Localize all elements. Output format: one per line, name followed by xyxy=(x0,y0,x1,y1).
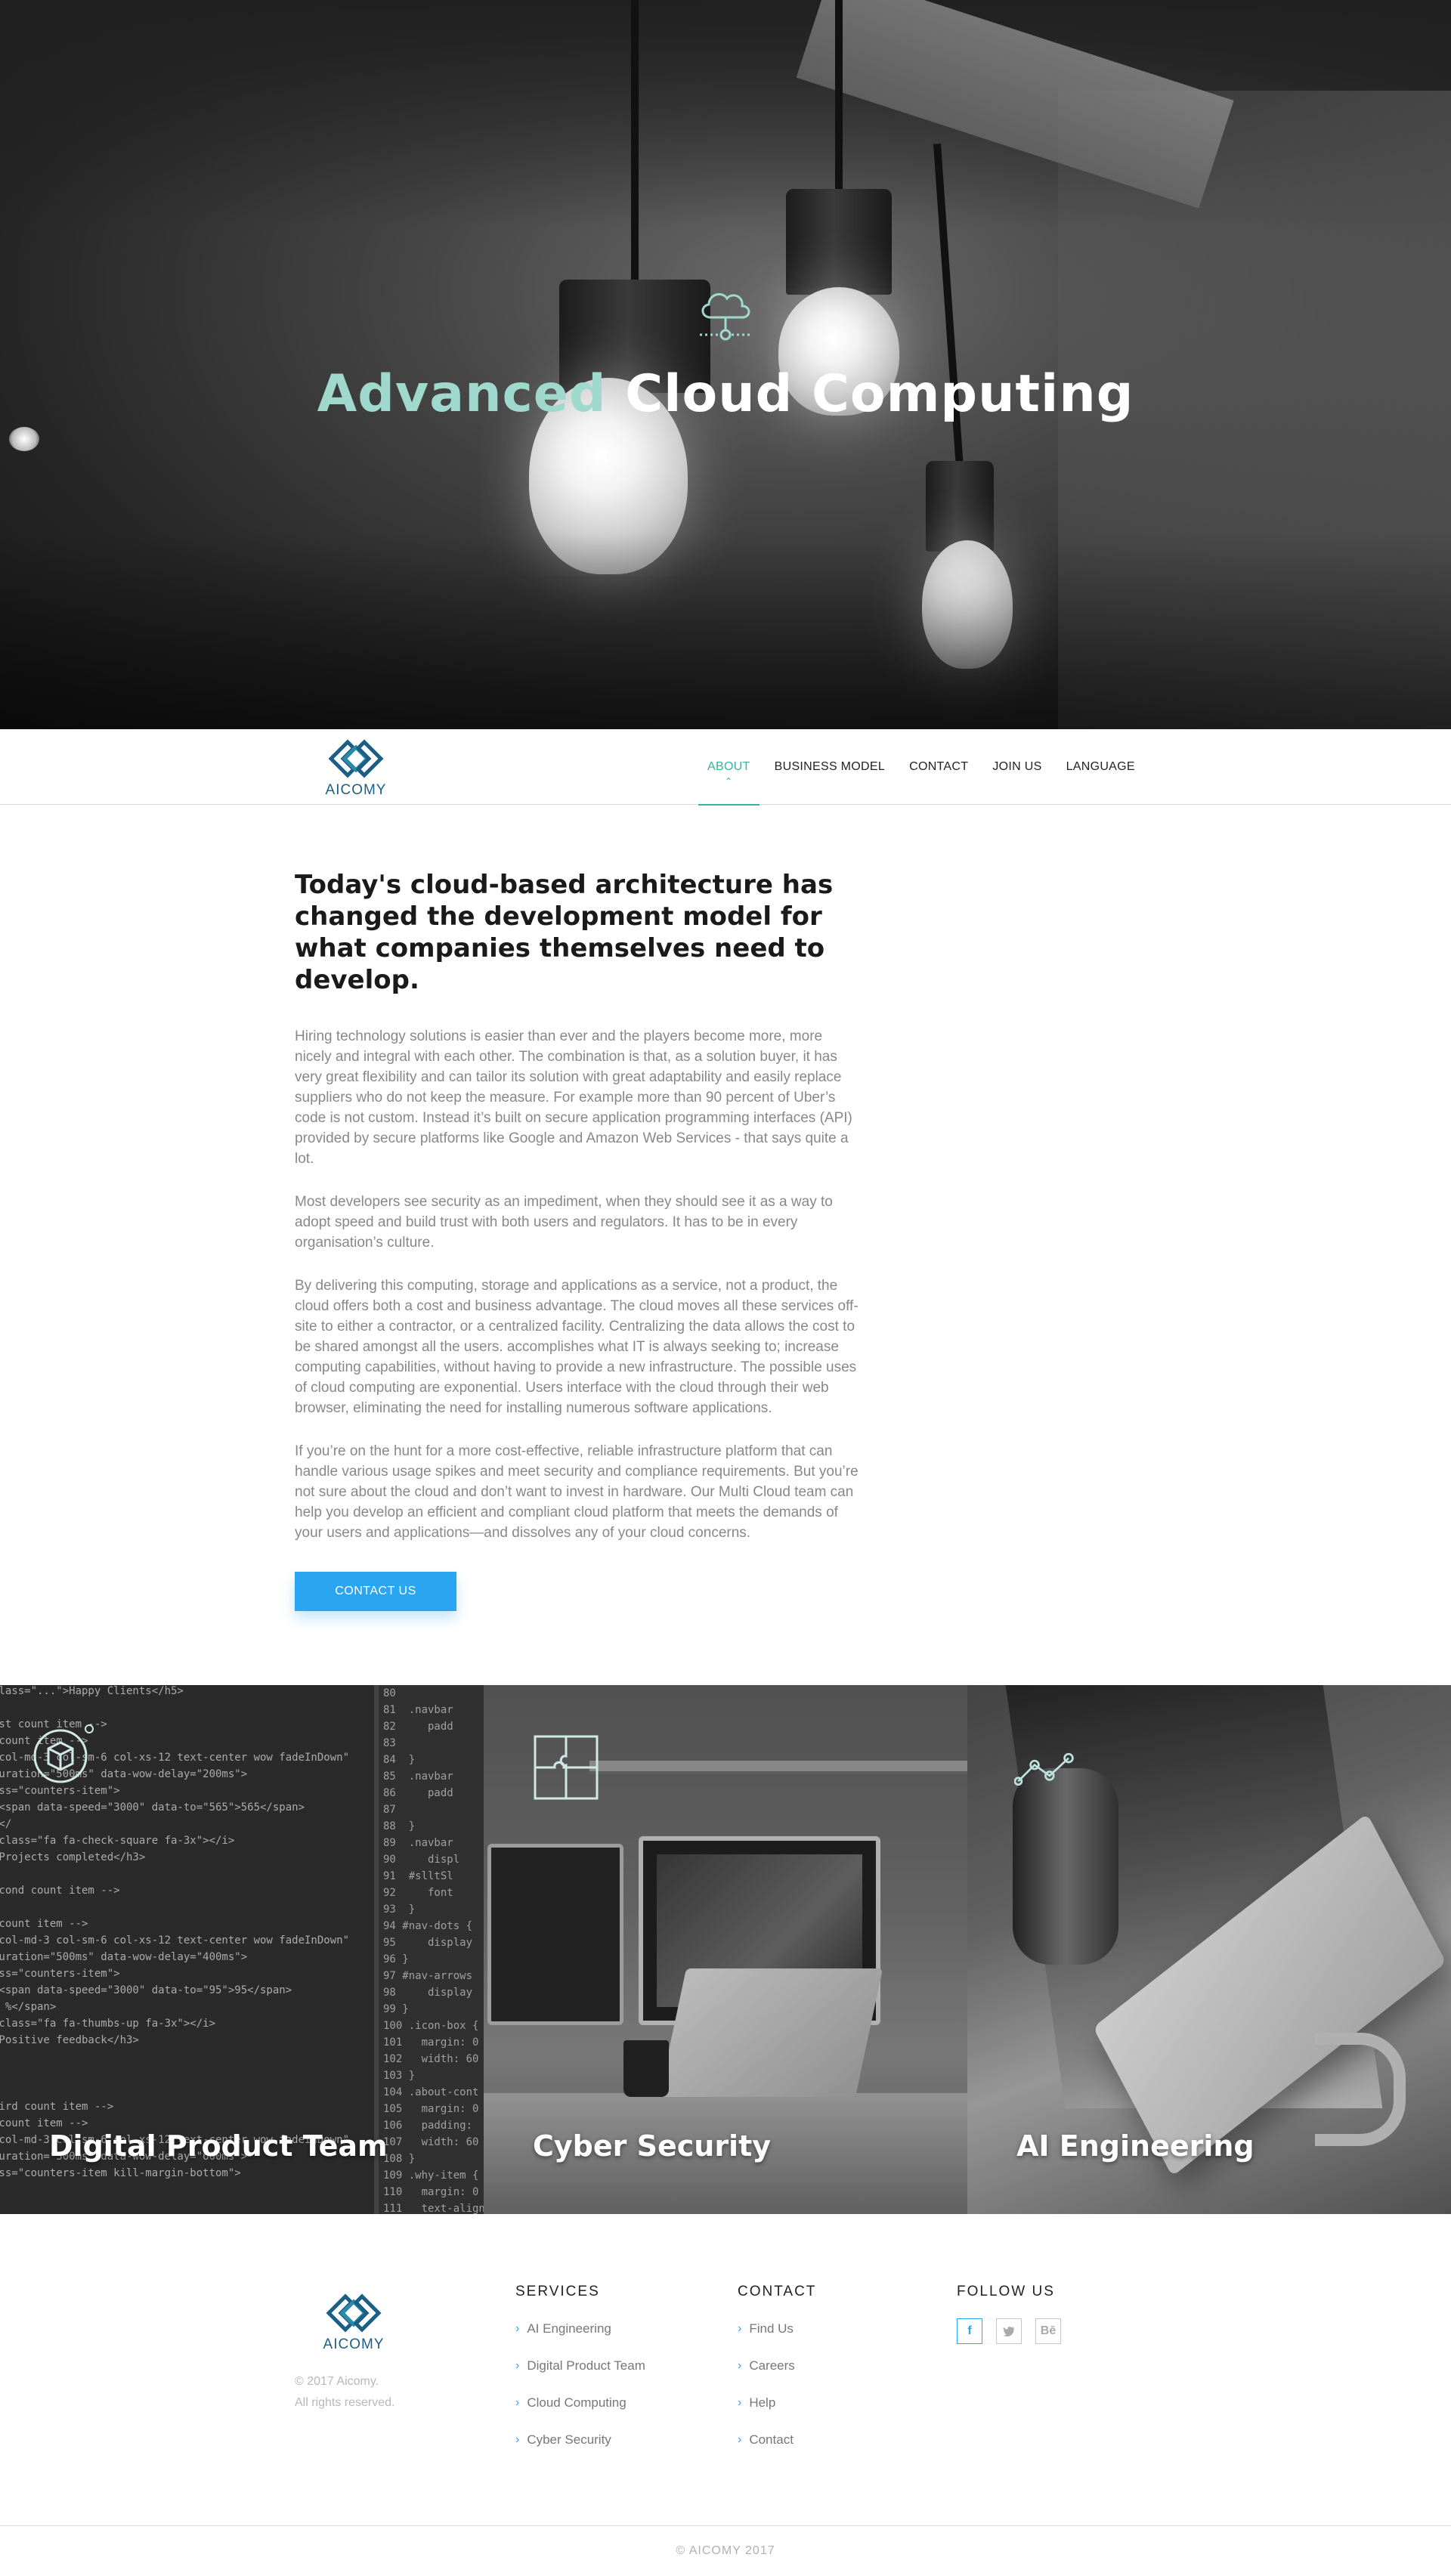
about-paragraph: Hiring technology solutions is easier th… xyxy=(295,1028,852,1167)
footer-link-cloud-computing[interactable]: › Cloud Computing xyxy=(515,2392,645,2429)
hero-cord xyxy=(835,0,843,196)
hero-title: Advanced Cloud Computing xyxy=(0,364,1451,424)
nav-item-label: JOIN US xyxy=(992,760,1042,773)
logo-text: AICOMY xyxy=(323,2336,385,2352)
footer-link-find-us[interactable]: › Find Us xyxy=(738,2318,816,2355)
footer-copyright: © 2017 Aicomy. All rights reserved. xyxy=(295,2371,395,2414)
about-paragraph: Most developers see security as an imped… xyxy=(295,1194,833,1251)
contact-us-button[interactable]: CONTACT US xyxy=(295,1572,456,1611)
line-graph-icon xyxy=(1014,1752,1074,1786)
header-logo[interactable]: AICOMY xyxy=(323,737,388,799)
footer-heading: FOLLOW US xyxy=(957,2284,1055,2299)
chevron-right-icon: › xyxy=(738,2322,742,2335)
footer-link-help[interactable]: › Help xyxy=(738,2392,816,2429)
about-heading: Today's cloud-based architecture has cha… xyxy=(295,870,834,995)
hero-section: Advanced Cloud Computing xyxy=(0,0,1451,729)
footer-link-label: Find Us xyxy=(749,2321,794,2336)
footer-link-label: AI Engineering xyxy=(527,2321,611,2336)
footer-bottom-text: © AICOMY 2017 xyxy=(676,2544,775,2557)
footer-link-digital-product-team[interactable]: › Digital Product Team xyxy=(515,2355,645,2392)
chevron-up-icon: ⌃ xyxy=(725,776,733,787)
hero-title-rest: Cloud Computing xyxy=(606,364,1134,424)
main-navbar: AICOMY ABOUT ⌃ BUSINESS MODEL CONTACT JOI… xyxy=(0,729,1451,806)
aicomy-logo-icon xyxy=(326,2293,382,2333)
footer-follow: FOLLOW US f Bē xyxy=(957,2284,1061,2344)
footer-bottom-bar: © AICOMY 2017 xyxy=(0,2525,1451,2575)
tile-cyber-security[interactable]: Cyber Security xyxy=(484,1685,967,2214)
nav-item-contact[interactable]: CONTACT xyxy=(909,729,968,805)
chevron-right-icon: › xyxy=(515,2396,520,2409)
footer-services: SERVICES › AI Engineering › Digital Produc… xyxy=(515,2284,645,2466)
footer-link-contact[interactable]: › Contact xyxy=(738,2429,816,2466)
nav-item-label: BUSINESS MODEL xyxy=(774,760,886,773)
footer-link-cyber-security[interactable]: › Cyber Security xyxy=(515,2429,645,2466)
facebook-icon[interactable]: f xyxy=(957,2318,982,2344)
nav-links: ABOUT ⌃ BUSINESS MODEL CONTACT JOIN US LA… xyxy=(695,729,1147,806)
copyright-line: All rights reserved. xyxy=(295,2396,395,2409)
social-links: f Bē xyxy=(957,2318,1061,2344)
tile-digital-product-team[interactable]: class="...">Happy Clients</h5> rst count… xyxy=(0,1685,484,2214)
nav-item-label: ABOUT xyxy=(707,760,750,773)
hero-socket xyxy=(786,189,892,295)
footer-link-ai-engineering[interactable]: › AI Engineering xyxy=(515,2318,645,2355)
footer-link-label: Careers xyxy=(749,2358,795,2373)
tile-title: AI Engineering xyxy=(1016,2129,1255,2163)
footer-heading: SERVICES xyxy=(515,2284,600,2299)
chevron-right-icon: › xyxy=(515,2433,520,2446)
hero-floor-shade xyxy=(0,533,1451,729)
footer-link-label: Cyber Security xyxy=(527,2432,611,2447)
chevron-right-icon: › xyxy=(515,2359,520,2372)
about-section: Today's cloud-based architecture has cha… xyxy=(295,869,862,1611)
footer-link-label: Cloud Computing xyxy=(527,2395,626,2410)
nav-item-label: LANGUAGE xyxy=(1066,760,1135,773)
tile-ai-engineering[interactable]: AI Engineering xyxy=(967,1685,1451,2214)
services-tiles: class="...">Happy Clients</h5> rst count… xyxy=(0,1685,1451,2214)
twitter-icon[interactable] xyxy=(996,2318,1022,2344)
chevron-right-icon: › xyxy=(738,2396,742,2409)
footer-logo[interactable]: AICOMY xyxy=(321,2291,386,2353)
nav-item-language[interactable]: LANGUAGE xyxy=(1066,729,1135,805)
chevron-right-icon: › xyxy=(515,2322,520,2335)
nav-item-label: CONTACT xyxy=(909,760,969,773)
puzzle-icon xyxy=(534,1735,599,1800)
hero-cord xyxy=(631,0,639,287)
active-underline xyxy=(698,804,760,806)
chevron-right-icon: › xyxy=(738,2359,742,2372)
chevron-right-icon: › xyxy=(738,2433,742,2446)
aicomy-logo-icon xyxy=(328,739,384,778)
about-paragraph: If you’re on the hunt for a more cost-ef… xyxy=(295,1443,859,1541)
tile-title: Digital Product Team xyxy=(49,2129,388,2163)
tile-title: Cyber Security xyxy=(533,2129,772,2163)
footer-contact: CONTACT › Find Us › Careers › Help › Contact xyxy=(738,2284,816,2466)
nav-item-about[interactable]: ABOUT ⌃ xyxy=(698,729,760,806)
hero-title-accent: Advanced xyxy=(317,364,607,424)
footer-link-label: Help xyxy=(749,2395,776,2410)
footer-link-careers[interactable]: › Careers xyxy=(738,2355,816,2392)
cloud-network-icon xyxy=(700,292,753,341)
nav-item-join-us[interactable]: JOIN US xyxy=(992,729,1041,805)
footer-heading: CONTACT xyxy=(738,2284,817,2299)
hero-lamp-light xyxy=(9,427,39,451)
cube-icon xyxy=(33,1724,94,1783)
copyright-line: © 2017 Aicomy. xyxy=(295,2375,379,2388)
footer-link-label: Digital Product Team xyxy=(527,2358,645,2373)
behance-icon[interactable]: Bē xyxy=(1035,2318,1061,2344)
nav-item-business-model[interactable]: BUSINESS MODEL xyxy=(775,729,885,805)
footer-link-label: Contact xyxy=(749,2432,794,2447)
about-paragraph: By delivering this computing, storage an… xyxy=(295,1278,859,1416)
logo-text: AICOMY xyxy=(325,782,387,798)
